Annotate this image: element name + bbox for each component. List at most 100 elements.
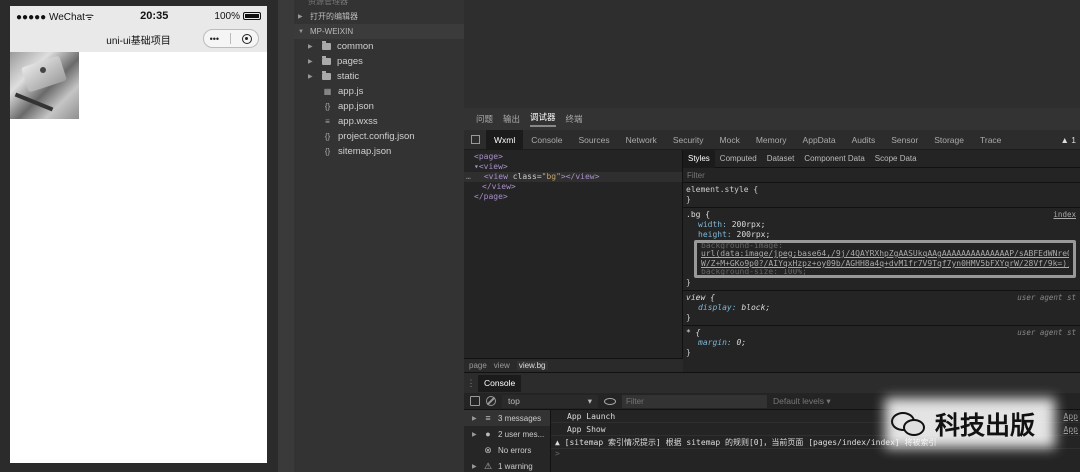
open-editors-label: 打开的编辑器: [310, 12, 358, 21]
prop-value: block;: [741, 303, 771, 312]
tab-dataset[interactable]: Dataset: [762, 150, 800, 168]
log-source-link[interactable]: App: [1064, 423, 1078, 435]
log-text: ▲ [sitemap 索引情况提示] 根据 sitemap 的规则[0]，当前页…: [555, 438, 937, 447]
tab-security[interactable]: Security: [665, 130, 712, 150]
sidebar-item-warnings[interactable]: ▶ ⚠ 1 warning: [464, 458, 550, 472]
chevron-right-icon: ▶: [472, 463, 477, 470]
warning-icon: ⚠: [483, 460, 493, 471]
breadcrumb-page[interactable]: page: [469, 361, 487, 370]
warning-count-badge[interactable]: ▲ 1: [1060, 135, 1080, 145]
rule-element-style: element.style { }: [683, 183, 1080, 208]
log-source-link[interactable]: App: [1064, 410, 1078, 422]
tree-item-pages[interactable]: ▶ pages: [294, 54, 464, 69]
file-explorer: 资源管理器 ▶ 打开的编辑器 ▼ MP-WEIXIN ▶ common ▶ pa…: [294, 0, 464, 472]
wxml-node-page-close[interactable]: </page>: [464, 192, 682, 202]
prop-name: height:: [698, 230, 732, 239]
sidebar-item-errors[interactable]: ⊗ No errors: [464, 442, 550, 458]
folder-icon: [322, 71, 331, 80]
drawer-menu-icon[interactable]: ⋮: [464, 378, 478, 389]
tab-console-drawer[interactable]: Console: [478, 374, 522, 392]
tab-memory[interactable]: Memory: [748, 130, 795, 150]
tab-trace[interactable]: Trace: [972, 130, 1009, 150]
tab-appdata[interactable]: AppData: [795, 130, 844, 150]
highlight-box: background-image: url(data:image/jpeg;ba…: [694, 240, 1076, 278]
prop-name: width:: [698, 220, 727, 229]
tag-close: ></view>: [560, 172, 600, 181]
photo-device-shape: [20, 55, 68, 93]
capsule-menu[interactable]: •••: [203, 29, 259, 48]
tab-console[interactable]: Console: [523, 130, 570, 150]
js-file-icon: ▦: [323, 87, 332, 96]
rule-close: }: [686, 348, 691, 357]
tab-terminal[interactable]: 终端: [566, 113, 583, 125]
tab-sensor[interactable]: Sensor: [883, 130, 926, 150]
sidebar-item-user-messages[interactable]: ▶ ● 2 user mes...: [464, 426, 550, 442]
tree-item-common[interactable]: ▶ common: [294, 39, 464, 54]
console-filter-input[interactable]: [622, 394, 767, 408]
eye-icon[interactable]: [604, 397, 616, 405]
prop-name: display:: [698, 303, 737, 312]
tab-component-data[interactable]: Component Data: [799, 150, 869, 168]
chevron-right-icon: ▶: [308, 59, 313, 65]
wxml-node-view[interactable]: ▾<view>: [464, 162, 682, 172]
wxml-node-view-close[interactable]: </view>: [464, 182, 682, 192]
log-levels-select[interactable]: Default levels ▾: [773, 396, 831, 407]
tab-output[interactable]: 输出: [503, 113, 520, 125]
wxml-node-view-bg[interactable]: … <view class="bg"></view>: [464, 172, 682, 182]
console-drawer-tabs: ⋮ Console: [464, 372, 1080, 393]
tree-item-label: pages: [337, 56, 363, 67]
context-select[interactable]: top ▾: [502, 394, 598, 408]
tree-item-static[interactable]: ▶ static: [294, 69, 464, 84]
rule-source-link[interactable]: index: [1053, 210, 1076, 219]
tab-storage[interactable]: Storage: [926, 130, 972, 150]
open-editors-section[interactable]: ▶ 打开的编辑器: [294, 9, 464, 24]
wxml-tree: <page> ▾<view> … <view class="bg"></view>…: [464, 150, 683, 358]
sidebar-item-label: 3 messages: [498, 413, 542, 423]
battery-icon: [243, 12, 261, 20]
tab-audits[interactable]: Audits: [844, 130, 884, 150]
data-url-link[interactable]: W/Z+M+GKo9p0?/AIYqxHzpz+oy09b/AGHH8a4q+d…: [701, 259, 1069, 268]
close-target-icon[interactable]: [242, 33, 253, 44]
sidebar-item-messages[interactable]: ▶ ≡ 3 messages: [464, 410, 550, 426]
tree-item-sitemap[interactable]: {} sitemap.json: [294, 144, 464, 159]
url-line[interactable]: W/Z+M+GKo9p0?/AIYqxHzpz+oy09b/AGHH8a4q+d…: [701, 259, 1069, 269]
bottom-panel-tabs: 问题 输出 调试器 终端: [464, 108, 1080, 130]
attr-value: "bg": [541, 172, 561, 181]
wechat-logo-icon: [891, 410, 927, 438]
tab-styles[interactable]: Styles: [683, 149, 715, 168]
tree-item-label: common: [337, 41, 374, 52]
more-icon[interactable]: •••: [210, 34, 219, 44]
breadcrumb-view[interactable]: view: [494, 361, 510, 370]
sidebar-toggle-icon[interactable]: [470, 396, 480, 406]
rule-close: }: [686, 313, 691, 322]
tree-item-app-wxss[interactable]: ≡ app.wxss: [294, 114, 464, 129]
tab-computed[interactable]: Computed: [715, 150, 762, 168]
tree-item-app-json[interactable]: {} app.json: [294, 99, 464, 114]
decl-height[interactable]: height: 200rpx;: [686, 230, 1077, 240]
prop-value: 200rpx;: [736, 230, 771, 239]
breadcrumb-view-bg[interactable]: view.bg: [516, 361, 548, 370]
data-url-link[interactable]: url(data:image/jpeg;base64,/9j/4QAYRXhpZ…: [701, 249, 1069, 258]
wxml-node-page[interactable]: <page>: [464, 152, 682, 162]
simulator-panel: ●●●●● WeChatᯤ 20:35 100% uni-ui基础项目 •••: [0, 0, 278, 472]
error-icon: ⊗: [484, 444, 492, 455]
tab-mock[interactable]: Mock: [712, 130, 748, 150]
tab-network[interactable]: Network: [618, 130, 665, 150]
tab-scope-data[interactable]: Scope Data: [870, 150, 922, 168]
tab-sources[interactable]: Sources: [570, 130, 617, 150]
tab-debugger[interactable]: 调试器: [530, 111, 556, 127]
styles-pane: Styles Computed Dataset Component Data S…: [683, 149, 1080, 372]
project-section[interactable]: ▼ MP-WEIXIN: [294, 24, 464, 39]
tree-item-app-js[interactable]: ▦ app.js: [294, 84, 464, 99]
styles-filter-input[interactable]: Filter: [683, 168, 1080, 183]
console-prompt[interactable]: >: [551, 449, 1080, 458]
console-sidebar: ▶ ≡ 3 messages ▶ ● 2 user mes... ⊗ No er…: [464, 410, 551, 472]
tab-wxml[interactable]: Wxml: [486, 129, 524, 150]
decl-width[interactable]: width: 200rpx;: [686, 220, 1077, 230]
clear-console-icon[interactable]: [486, 396, 496, 406]
url-line[interactable]: url(data:image/jpeg;base64,/9j/4QAYRXhpZ…: [701, 249, 1069, 259]
tab-problems[interactable]: 问题: [476, 113, 493, 125]
prop-value: 200rpx;: [731, 220, 766, 229]
inspect-element-icon[interactable]: [464, 130, 486, 150]
tree-item-project-config[interactable]: {} project.config.json: [294, 129, 464, 144]
